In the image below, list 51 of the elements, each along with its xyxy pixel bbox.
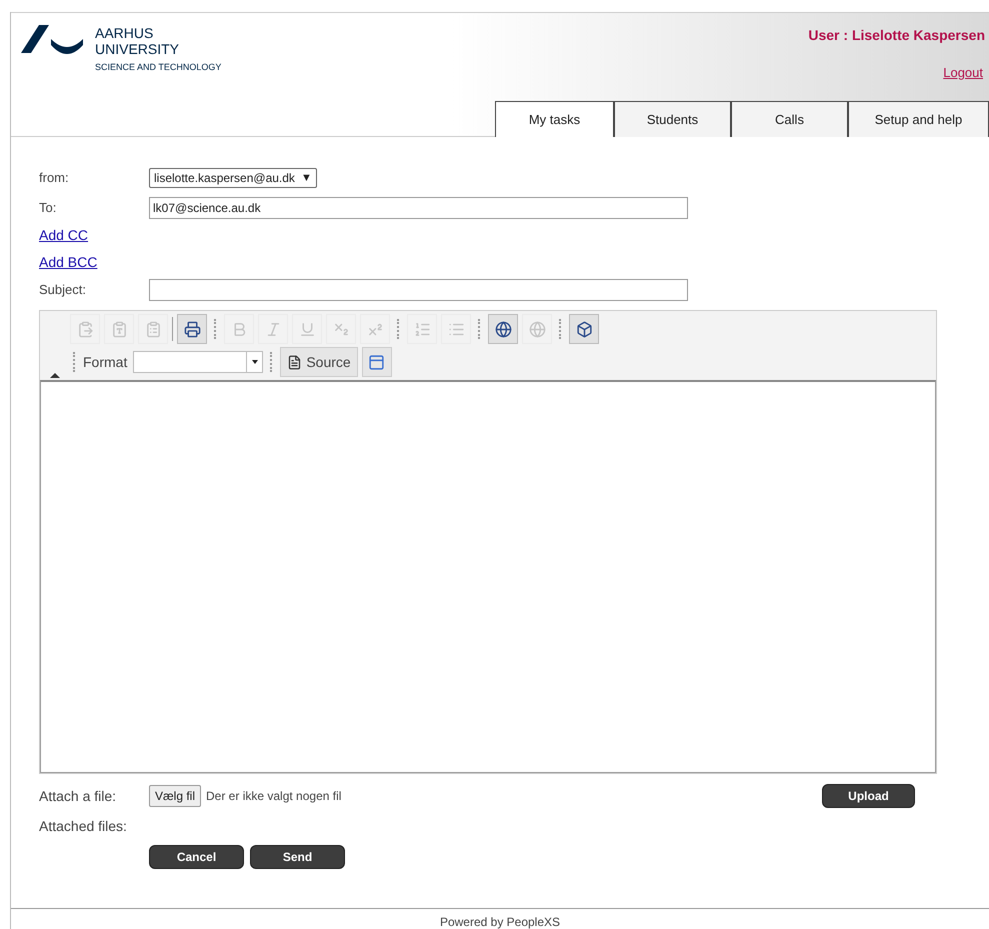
globe-icon <box>528 320 546 338</box>
from-label: from: <box>39 169 70 188</box>
add-bcc-link[interactable]: Add BCC <box>39 252 98 273</box>
window-icon <box>368 354 386 370</box>
toolbar-grip-icon[interactable] <box>559 319 562 339</box>
attached-files-label: Attached files: <box>39 817 127 836</box>
to-label: To: <box>39 199 58 218</box>
toolbar-grip-icon[interactable] <box>214 319 217 339</box>
toolbar-button[interactable] <box>177 314 207 344</box>
footer-text: Powered by PeopleXS <box>440 915 560 929</box>
nav-tab[interactable]: Setup and help <box>848 101 989 137</box>
source-button[interactable]: Source <box>280 347 358 377</box>
paste-icon <box>76 320 94 338</box>
logout-link[interactable]: Logout <box>943 63 985 82</box>
no-file-text: Der er ikke valgt nogen fil <box>206 788 342 805</box>
logo-subtitle: SCIENCE AND TECHNOLOGY <box>95 61 222 74</box>
action-button[interactable]: Send <box>250 845 345 869</box>
toolbar-grip-icon[interactable] <box>73 352 76 372</box>
nav-tab[interactable]: My tasks <box>495 101 614 137</box>
logo-text: UNIVERSITY <box>95 41 180 57</box>
subject-field[interactable] <box>149 279 688 301</box>
paste-word-icon <box>144 320 162 338</box>
from-dropdown[interactable]: liselotte.kaspersen@au.dk ▼ <box>149 168 317 188</box>
document-icon <box>287 354 302 370</box>
toolbar-button[interactable] <box>569 314 599 344</box>
printer-icon <box>184 320 200 338</box>
cube-icon <box>576 320 592 338</box>
toolbar-grip-icon[interactable] <box>397 319 400 339</box>
numbered-list-icon <box>414 320 430 338</box>
caret-icon <box>252 360 258 364</box>
to-field[interactable]: lk07@science.au.dk <box>149 197 688 219</box>
nav-tab[interactable]: Calls <box>731 101 848 137</box>
paste-text-icon <box>110 320 128 338</box>
toolbar-grip-icon[interactable] <box>270 352 274 372</box>
toolbar-grip-icon[interactable] <box>478 319 481 339</box>
action-button[interactable]: Cancel <box>149 845 244 869</box>
user-name: User : Liselotte Kaspersen <box>808 26 985 45</box>
format-dropdown[interactable] <box>133 351 264 373</box>
toolbar-button[interactable] <box>362 347 392 377</box>
format-label: Format <box>83 352 128 372</box>
subject-label: Subject: <box>39 281 87 300</box>
add-cc-link[interactable]: Add CC <box>39 225 88 246</box>
underline-icon <box>298 320 316 338</box>
upload-button[interactable]: Upload <box>822 784 915 808</box>
logo-text: AARHUS <box>95 25 154 41</box>
toolbar-button[interactable] <box>488 314 518 344</box>
choose-file-button[interactable]: Vælg fil <box>149 785 202 807</box>
globe-icon <box>494 320 512 338</box>
attach-label: Attach a file: <box>39 786 118 806</box>
university-logo-icon <box>21 25 83 57</box>
nav-tab[interactable]: Students <box>614 101 731 137</box>
